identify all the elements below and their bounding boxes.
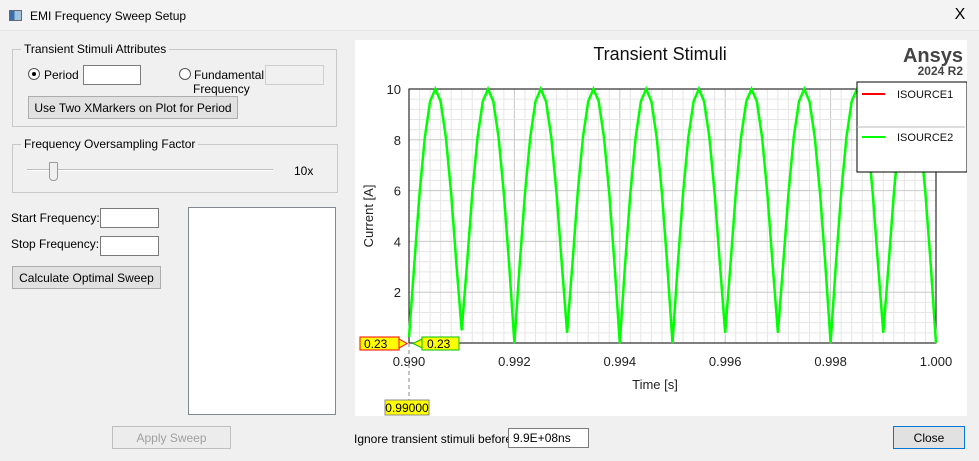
sweep-results-list[interactable] <box>188 207 336 415</box>
period-input[interactable] <box>83 65 141 85</box>
transient-stimuli-chart: 0.9900.9920.9940.9960.9981.0000246810Tra… <box>355 40 968 416</box>
group-label: Transient Stimuli Attributes <box>21 42 170 56</box>
y-marker-isource1: 0.23 <box>364 337 388 351</box>
group-label: Frequency Oversampling Factor <box>21 137 199 151</box>
oversampling-value: 10x <box>294 164 314 178</box>
ansys-version: 2024 R2 <box>918 64 964 78</box>
window-title: EMI Frequency Sweep Setup <box>30 9 187 23</box>
title-bar: EMI Frequency Sweep Setup X <box>0 0 979 31</box>
use-xmarkers-button[interactable]: Use Two XMarkers on Plot for Period <box>28 96 238 119</box>
x-tick-label: 1.000 <box>920 354 953 369</box>
stop-frequency-label: Stop Frequency: <box>11 237 100 251</box>
period-label: Period <box>44 68 79 82</box>
close-button[interactable]: Close <box>893 426 965 449</box>
period-radio[interactable] <box>28 68 40 80</box>
fundamental-frequency-input[interactable] <box>265 65 324 85</box>
oversampling-slider-track[interactable] <box>27 169 273 171</box>
y-axis-label: Current [A] <box>361 185 376 248</box>
chart-svg: 0.9900.9920.9940.9960.9981.0000246810Tra… <box>359 44 968 416</box>
apply-sweep-button[interactable]: Apply Sweep <box>112 426 231 449</box>
y-marker-isource2: 0.23 <box>427 337 451 351</box>
x-tick-label: 0.994 <box>604 354 637 369</box>
ignore-transient-label: Ignore transient stimuli before <box>354 432 513 446</box>
fundamental-label: Fundamental <box>194 68 265 82</box>
x-tick-label: 0.992 <box>498 354 531 369</box>
start-frequency-input[interactable] <box>100 208 159 228</box>
x-axis-label: Time [s] <box>632 377 678 392</box>
ignore-transient-input[interactable] <box>508 428 589 448</box>
fundamental-frequency-radio[interactable] <box>179 68 191 80</box>
legend-entry: ISOURCE1 <box>897 89 953 101</box>
oversampling-slider-thumb[interactable] <box>49 162 58 181</box>
chart-title: Transient Stimuli <box>593 44 726 64</box>
y-tick-label: 10 <box>387 82 401 97</box>
x-marker-label: 0.99000 <box>385 401 429 415</box>
stop-frequency-input[interactable] <box>100 236 159 256</box>
y-marker-isource1-pointer <box>398 338 409 349</box>
y-tick-label: 6 <box>394 184 401 199</box>
start-frequency-label: Start Frequency: <box>11 211 100 225</box>
x-tick-label: 0.998 <box>814 354 847 369</box>
y-tick-label: 2 <box>394 285 401 300</box>
legend-entry: ISOURCE2 <box>897 132 953 144</box>
x-tick-label: 0.996 <box>709 354 742 369</box>
window-close-button[interactable]: X <box>950 6 970 24</box>
calculate-optimal-sweep-button[interactable]: Calculate Optimal Sweep <box>12 266 161 289</box>
fundamental-label-2: Frequency <box>193 82 250 96</box>
y-tick-label: 8 <box>394 133 401 148</box>
app-icon <box>9 10 22 21</box>
y-tick-label: 4 <box>394 234 401 249</box>
